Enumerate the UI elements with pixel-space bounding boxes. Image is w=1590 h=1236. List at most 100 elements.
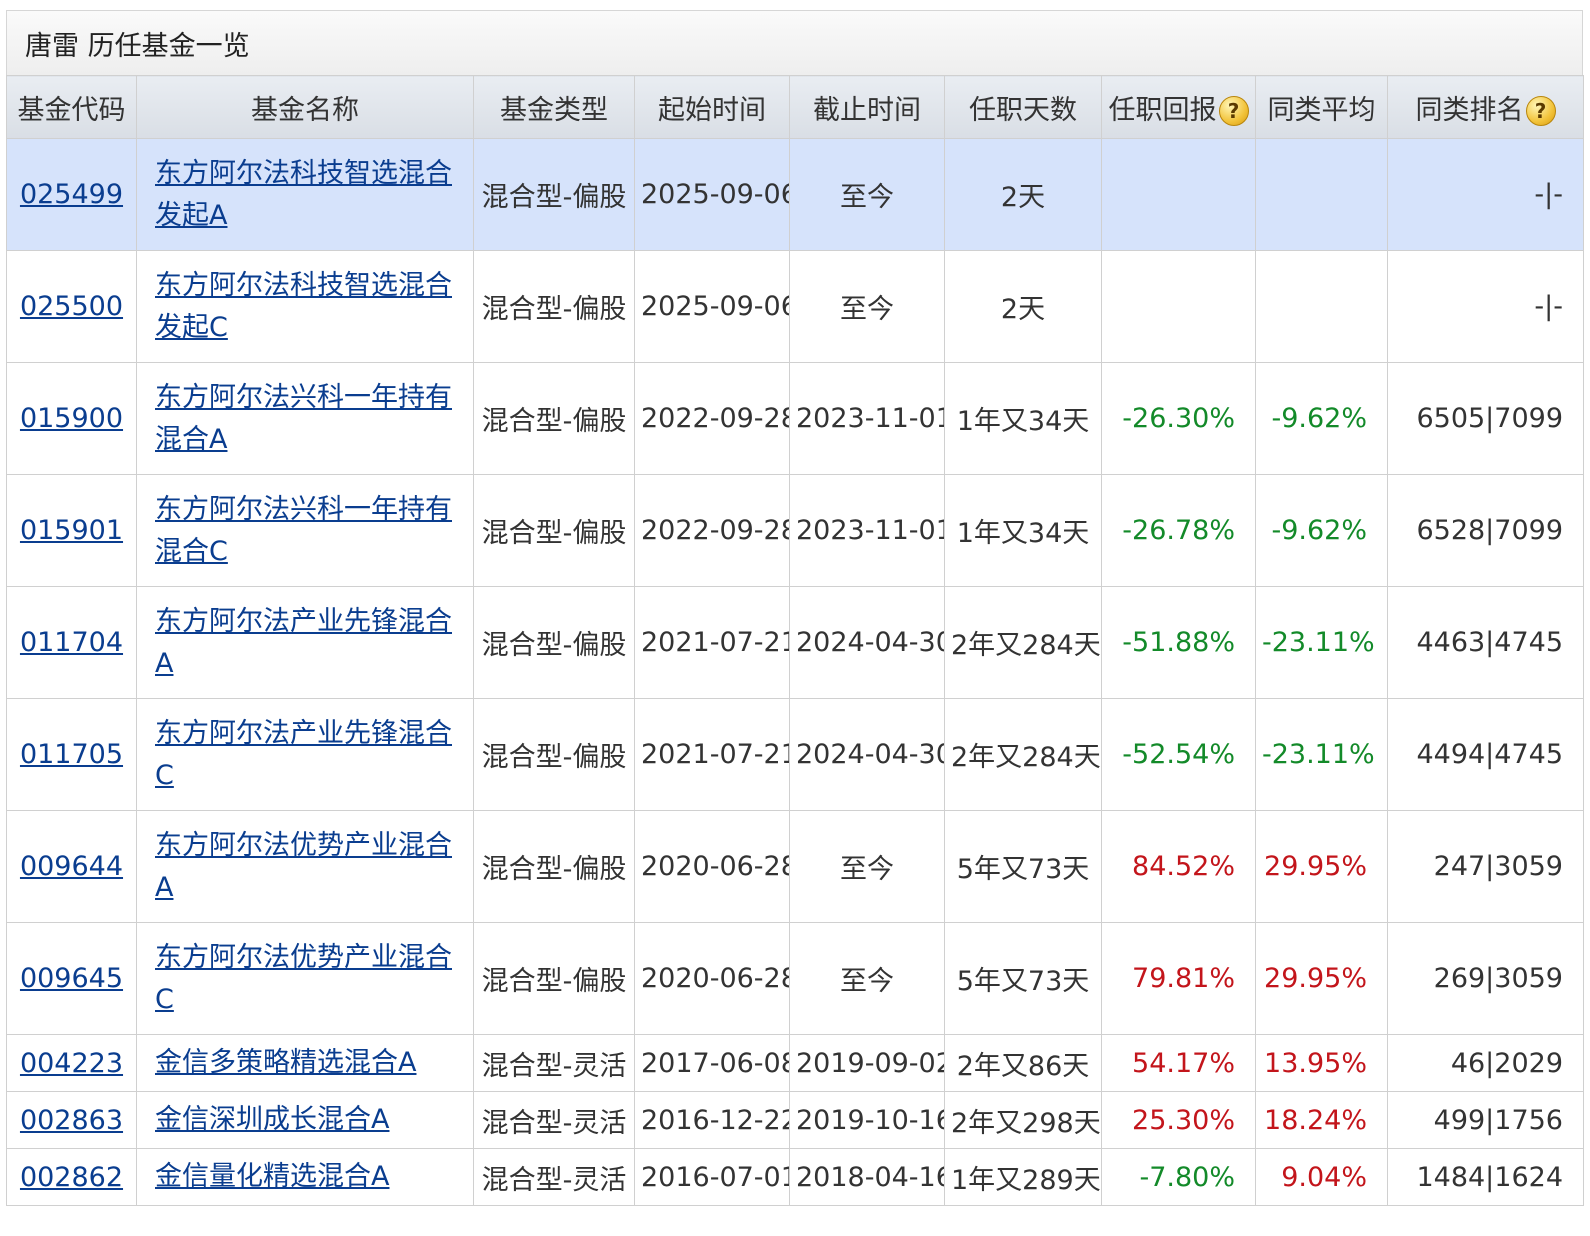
cell-tenure-days: 5年又73天: [944, 922, 1102, 1035]
header-fund-name[interactable]: 基金名称: [136, 75, 474, 139]
fund-code-link[interactable]: 011705: [20, 739, 123, 770]
cell-start-date: 2020-06-28: [634, 810, 790, 923]
cell-fund-name[interactable]: 东方阿尔法产业先锋混合C: [136, 698, 474, 811]
header-fund-code[interactable]: 基金代码: [6, 75, 137, 139]
cell-tenure-return: -7.80%: [1101, 1148, 1256, 1206]
cell-fund-code[interactable]: 011704: [6, 586, 137, 699]
cell-start-date: 2020-06-28: [634, 922, 790, 1035]
cell-peer-average-text: 29.95%: [1264, 851, 1367, 882]
fund-code-link[interactable]: 025500: [20, 291, 123, 322]
fund-code-link[interactable]: 009644: [20, 851, 123, 882]
fund-code-link[interactable]: 025499: [20, 179, 123, 210]
table-row[interactable]: 011705 东方阿尔法产业先锋混合C 混合型-偏股 2021-07-21 2024-0…: [6, 698, 1584, 811]
cell-fund-name[interactable]: 东方阿尔法科技智选混合发起A: [136, 138, 474, 251]
cell-fund-type: 混合型-灵活: [473, 1034, 635, 1092]
table-row[interactable]: 025500 东方阿尔法科技智选混合发起C 混合型-偏股 2025-09-06 至今 2天…: [6, 250, 1584, 363]
fund-name-link[interactable]: 东方阿尔法兴科一年持有混合C: [155, 494, 452, 567]
fund-name-link[interactable]: 东方阿尔法兴科一年持有混合A: [155, 382, 452, 455]
cell-end-date-text: 2019-09-02: [796, 1047, 945, 1079]
cell-tenure-return-text: 54.17%: [1132, 1047, 1235, 1079]
header-start-date[interactable]: 起始时间: [634, 75, 790, 139]
cell-start-date-text: 2022-09-28: [641, 515, 790, 546]
cell-tenure-days-text: 1年又289天: [951, 1164, 1101, 1196]
fund-name-link[interactable]: 金信量化精选混合A: [155, 1161, 389, 1192]
fund-code-link[interactable]: 004223: [20, 1048, 123, 1079]
cell-fund-type-text: 混合型-偏股: [481, 406, 627, 437]
header-peer-rank[interactable]: 同类排名?: [1387, 75, 1584, 139]
cell-fund-code[interactable]: 002862: [6, 1148, 137, 1206]
fund-name-link[interactable]: 东方阿尔法科技智选混合发起C: [155, 270, 452, 343]
cell-fund-type-text: 混合型-灵活: [481, 1050, 627, 1082]
fund-code-link[interactable]: 002862: [20, 1162, 123, 1193]
cell-peer-rank-text: 6528|7099: [1416, 515, 1563, 546]
fund-code-link[interactable]: 002863: [20, 1105, 123, 1136]
cell-peer-rank-text: 4463|4745: [1416, 627, 1563, 658]
fund-name-link[interactable]: 金信多策略精选混合A: [155, 1047, 416, 1078]
cell-start-date-text: 2021-07-21: [641, 739, 790, 770]
cell-fund-code[interactable]: 015900: [6, 362, 137, 475]
cell-peer-average-text: -23.11%: [1262, 739, 1375, 770]
cell-fund-code[interactable]: 009645: [6, 922, 137, 1035]
fund-name-link[interactable]: 东方阿尔法科技智选混合发起A: [155, 158, 452, 231]
fund-code-link[interactable]: 011704: [20, 627, 123, 658]
cell-fund-name[interactable]: 东方阿尔法优势产业混合C: [136, 922, 474, 1035]
fund-name-link[interactable]: 东方阿尔法优势产业混合C: [155, 942, 452, 1015]
cell-fund-code[interactable]: 011705: [6, 698, 137, 811]
cell-fund-code[interactable]: 004223: [6, 1034, 137, 1092]
table-row[interactable]: 011704 东方阿尔法产业先锋混合A 混合型-偏股 2021-07-21 2024-0…: [6, 586, 1584, 699]
fund-code-link[interactable]: 015900: [20, 403, 123, 434]
fund-code-link[interactable]: 015901: [20, 515, 123, 546]
cell-end-date-text: 至今: [840, 294, 894, 325]
table-row[interactable]: 009645 东方阿尔法优势产业混合C 混合型-偏股 2020-06-28 至今 5年又7…: [6, 922, 1584, 1035]
header-tenure-days[interactable]: 任职天数: [944, 75, 1102, 139]
cell-tenure-return: 79.81%: [1101, 922, 1256, 1035]
fund-name-link[interactable]: 东方阿尔法优势产业混合A: [155, 830, 452, 903]
cell-fund-code[interactable]: 015901: [6, 474, 137, 587]
cell-fund-name[interactable]: 东方阿尔法兴科一年持有混合A: [136, 362, 474, 475]
cell-fund-code[interactable]: 025499: [6, 138, 137, 251]
cell-fund-code[interactable]: 025500: [6, 250, 137, 363]
table-row[interactable]: 002863 金信深圳成长混合A 混合型-灵活 2016-12-22 2019-10-1…: [6, 1091, 1584, 1149]
cell-start-date-text: 2021-07-21: [641, 627, 790, 658]
cell-peer-rank-text: -|-: [1534, 291, 1563, 322]
table-row[interactable]: 002862 金信量化精选混合A 混合型-灵活 2016-07-01 2018-04-1…: [6, 1148, 1584, 1206]
fund-name-link[interactable]: 东方阿尔法产业先锋混合C: [155, 718, 452, 791]
cell-fund-name[interactable]: 金信多策略精选混合A: [136, 1034, 474, 1092]
cell-fund-type: 混合型-偏股: [473, 250, 635, 363]
table-row[interactable]: 025499 东方阿尔法科技智选混合发起A 混合型-偏股 2025-09-06 至今 2天…: [6, 138, 1584, 251]
cell-fund-name[interactable]: 东方阿尔法兴科一年持有混合C: [136, 474, 474, 587]
fund-name-link[interactable]: 东方阿尔法产业先锋混合A: [155, 606, 452, 679]
cell-tenure-days: 2年又298天: [944, 1091, 1102, 1149]
table-row[interactable]: 004223 金信多策略精选混合A 混合型-灵活 2017-06-08 2019-09-…: [6, 1034, 1584, 1092]
cell-peer-rank-text: 46|2029: [1450, 1047, 1563, 1079]
question-icon[interactable]: ?: [1218, 96, 1249, 126]
cell-fund-name[interactable]: 金信深圳成长混合A: [136, 1091, 474, 1149]
cell-peer-average-text: 29.95%: [1264, 963, 1367, 994]
cell-tenure-days-text: 5年又73天: [956, 966, 1090, 997]
question-icon[interactable]: ?: [1525, 96, 1556, 126]
table-row[interactable]: 015901 东方阿尔法兴科一年持有混合C 混合型-偏股 2022-09-28 2023…: [6, 474, 1584, 587]
cell-fund-name[interactable]: 金信量化精选混合A: [136, 1148, 474, 1206]
cell-fund-code[interactable]: 002863: [6, 1091, 137, 1149]
cell-start-date-text: 2020-06-28: [641, 963, 790, 994]
cell-fund-name[interactable]: 东方阿尔法科技智选混合发起C: [136, 250, 474, 363]
table-row[interactable]: 015900 东方阿尔法兴科一年持有混合A 混合型-偏股 2022-09-28 2023…: [6, 362, 1584, 475]
cell-fund-name[interactable]: 东方阿尔法优势产业混合A: [136, 810, 474, 923]
cell-end-date-text: 至今: [840, 854, 894, 885]
cell-fund-code[interactable]: 009644: [6, 810, 137, 923]
cell-tenure-days: 1年又34天: [944, 474, 1102, 587]
header-fund-type[interactable]: 基金类型: [473, 75, 635, 139]
header-peer-average[interactable]: 同类平均: [1255, 75, 1388, 139]
cell-fund-name[interactable]: 东方阿尔法产业先锋混合A: [136, 586, 474, 699]
cell-peer-rank-text: -|-: [1534, 179, 1563, 210]
cell-peer-average-text: -9.62%: [1271, 515, 1367, 546]
cell-tenure-return: [1101, 250, 1256, 363]
table-row[interactable]: 009644 东方阿尔法优势产业混合A 混合型-偏股 2020-06-28 至今 5年又7…: [6, 810, 1584, 923]
fund-name-link[interactable]: 金信深圳成长混合A: [155, 1104, 389, 1135]
fund-code-link[interactable]: 009645: [20, 963, 123, 994]
cell-peer-rank-text: 6505|7099: [1416, 403, 1563, 434]
header-tenure-return[interactable]: 任职回报?: [1101, 75, 1256, 139]
cell-fund-type-text: 混合型-偏股: [481, 182, 627, 213]
header-end-date[interactable]: 截止时间: [789, 75, 945, 139]
cell-end-date: 2019-10-16: [789, 1091, 945, 1149]
